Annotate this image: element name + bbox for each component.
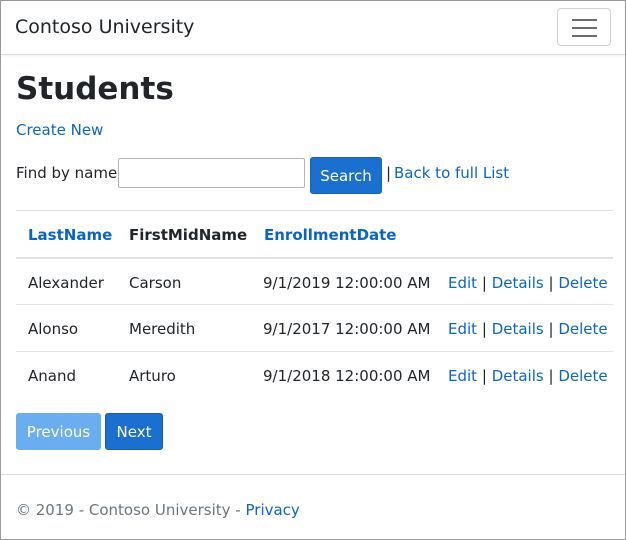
separator: |	[481, 274, 487, 292]
separator: |	[548, 274, 554, 292]
row-divider	[16, 351, 613, 352]
table-header-border	[16, 257, 613, 259]
find-by-name-label: Find by name:	[16, 164, 123, 182]
firstname-cell: Arturo	[129, 367, 176, 385]
separator: |	[548, 320, 554, 338]
details-link[interactable]: Details	[492, 274, 544, 292]
edit-link[interactable]: Edit	[448, 320, 477, 338]
separator: |	[481, 320, 487, 338]
privacy-link[interactable]: Privacy	[246, 501, 300, 519]
footer-divider	[1, 474, 625, 475]
edit-link[interactable]: Edit	[448, 367, 477, 385]
separator: |	[548, 367, 554, 385]
create-new-link[interactable]: Create New	[16, 121, 103, 139]
enrollment-date-cell: 9/1/2019 12:00:00 AM	[263, 274, 431, 292]
navbar-toggle-button[interactable]	[557, 8, 611, 46]
sort-lastname-link[interactable]: LastName	[28, 226, 112, 244]
row-actions: Edit | Details | Delete	[448, 274, 608, 292]
separator: |	[386, 164, 392, 182]
search-input[interactable]	[118, 158, 305, 188]
previous-button[interactable]: Previous	[16, 413, 101, 450]
separator: |	[481, 367, 487, 385]
edit-link[interactable]: Edit	[448, 274, 477, 292]
copyright-text: © 2019 - Contoso University -	[16, 501, 241, 519]
lastname-cell: Anand	[28, 367, 76, 385]
navbar: Contoso University	[1, 1, 625, 55]
firstmidname-header: FirstMidName	[129, 226, 248, 244]
row-actions: Edit | Details | Delete	[448, 320, 608, 338]
table-top-border	[16, 210, 613, 211]
back-to-full-list-link[interactable]: Back to full List	[394, 164, 509, 182]
search-button[interactable]: Search	[310, 157, 382, 194]
browser-viewport: Contoso University Students Create New F…	[0, 0, 626, 540]
enrollment-date-cell: 9/1/2018 12:00:00 AM	[263, 367, 431, 385]
footer: © 2019 - Contoso University - Privacy	[16, 501, 300, 519]
delete-link[interactable]: Delete	[558, 320, 607, 338]
row-divider	[16, 304, 613, 305]
enrollment-date-cell: 9/1/2017 12:00:00 AM	[263, 320, 431, 338]
lastname-cell: Alexander	[28, 274, 104, 292]
firstname-cell: Meredith	[129, 320, 196, 338]
lastname-cell: Alonso	[28, 320, 79, 338]
firstname-cell: Carson	[129, 274, 182, 292]
details-link[interactable]: Details	[492, 320, 544, 338]
delete-link[interactable]: Delete	[558, 367, 607, 385]
page-title: Students	[16, 71, 174, 107]
details-link[interactable]: Details	[492, 367, 544, 385]
sort-enrollmentdate-link[interactable]: EnrollmentDate	[264, 226, 396, 244]
row-actions: Edit | Details | Delete	[448, 367, 608, 385]
delete-link[interactable]: Delete	[558, 274, 607, 292]
brand-link[interactable]: Contoso University	[15, 16, 194, 38]
next-button[interactable]: Next	[105, 413, 163, 450]
